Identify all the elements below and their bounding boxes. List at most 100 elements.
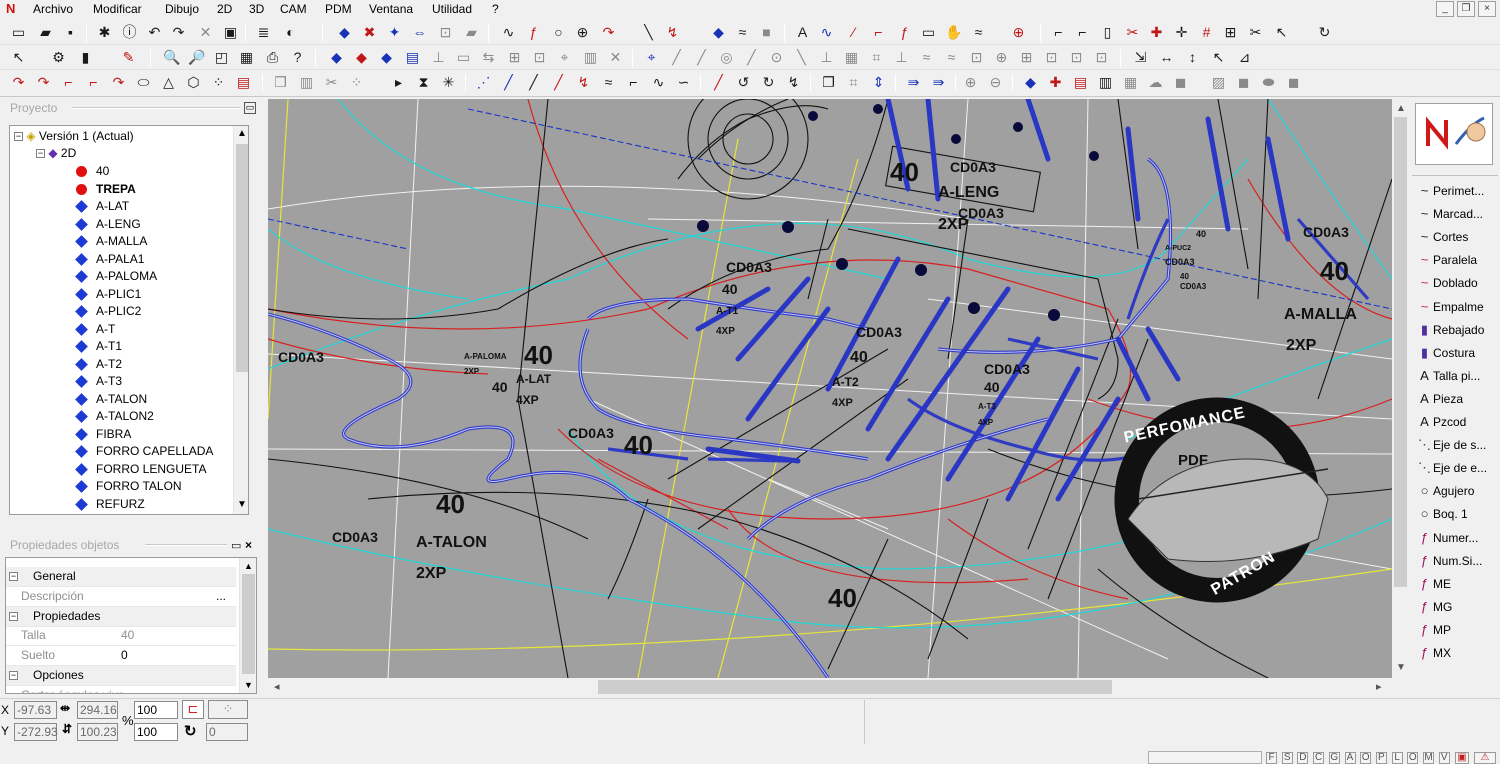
- seg2-icon[interactable]: ╱: [500, 74, 517, 91]
- cursor-icon[interactable]: ↖: [1273, 24, 1290, 41]
- scroll-left-icon[interactable]: ◂: [274, 680, 280, 693]
- menu-help[interactable]: ?: [492, 1, 499, 17]
- tool-item[interactable]: ~ Marcad...: [1416, 203, 1483, 225]
- scroll-up-icon[interactable]: ▲: [237, 128, 247, 139]
- hdim-icon[interactable]: ↔: [1158, 49, 1175, 66]
- zoom-minus-icon[interactable]: ⊖: [987, 74, 1004, 91]
- snap-node-icon[interactable]: ≈: [918, 49, 935, 66]
- stretch-icon[interactable]: ⇔: [411, 24, 428, 41]
- pointer-icon[interactable]: ↖: [10, 49, 27, 66]
- tool-item[interactable]: ƒ Num.Si...: [1416, 550, 1482, 572]
- status-key[interactable]: G: [1328, 752, 1340, 764]
- snap-end-icon[interactable]: ╱: [693, 49, 710, 66]
- minimize-button[interactable]: _: [1436, 1, 1454, 17]
- status-warning-icon[interactable]: ⚠: [1474, 752, 1496, 764]
- tool-item[interactable]: ƒ MG: [1416, 596, 1452, 618]
- box-icon[interactable]: ▭: [455, 49, 472, 66]
- shoe-icon[interactable]: ⬬: [1260, 74, 1277, 91]
- height-field[interactable]: 100.23: [77, 723, 118, 741]
- status-key[interactable]: L: [1391, 752, 1403, 764]
- props-pin-icon[interactable]: ▭: [231, 539, 241, 552]
- prop-row[interactable]: Suelto 0: [6, 646, 236, 667]
- color-icon[interactable]: ◐: [282, 24, 299, 41]
- rectangle-icon[interactable]: ▭: [920, 24, 937, 41]
- menu-2d[interactable]: 2D: [217, 1, 232, 17]
- image-icon[interactable]: ▨: [1210, 74, 1227, 91]
- node-icon[interactable]: ◆: [710, 24, 727, 41]
- wave3-icon[interactable]: ∽: [675, 74, 692, 91]
- menu-cam[interactable]: CAM: [280, 1, 307, 17]
- close-button[interactable]: ×: [1478, 1, 1496, 17]
- tool-item[interactable]: A Pzcod: [1416, 411, 1466, 433]
- status-key[interactable]: C: [1313, 752, 1325, 764]
- tool-item[interactable]: ~ Perimet...: [1416, 180, 1485, 202]
- zoom-out-icon[interactable]: 🔎: [188, 49, 205, 66]
- rot-right-icon[interactable]: ↻: [760, 74, 777, 91]
- status-key[interactable]: V: [1438, 752, 1450, 764]
- rot-free-icon[interactable]: ↯: [785, 74, 802, 91]
- grid-icon[interactable]: ▦: [238, 49, 255, 66]
- prop-value[interactable]: 0: [121, 646, 236, 665]
- status-key[interactable]: A: [1344, 752, 1356, 764]
- tool-item[interactable]: ○ Boq. 1: [1416, 503, 1468, 525]
- snap-ortho-icon[interactable]: ⊥: [893, 49, 910, 66]
- info-icon[interactable]: ⓘ: [121, 24, 138, 41]
- vdim-icon[interactable]: ↕: [1184, 49, 1201, 66]
- ghost-icon[interactable]: ⌗: [845, 74, 862, 91]
- tree-root[interactable]: − ◈ Versión 1 (Actual): [14, 128, 134, 145]
- status-key[interactable]: S: [1281, 752, 1293, 764]
- rot-left-icon[interactable]: ↺: [735, 74, 752, 91]
- polygon-icon[interactable]: ⬡: [185, 74, 202, 91]
- node-add-icon[interactable]: ◆: [378, 49, 395, 66]
- menu-pdm[interactable]: PDM: [325, 1, 352, 17]
- curve-icon[interactable]: ∿: [500, 24, 517, 41]
- collapse-icon[interactable]: −: [9, 572, 18, 581]
- knife-icon[interactable]: ╱: [710, 74, 727, 91]
- point-icon[interactable]: ⊕: [574, 24, 591, 41]
- tree-2d[interactable]: − ◆ 2D: [36, 145, 76, 162]
- status-key[interactable]: M: [1423, 752, 1434, 764]
- prop-category[interactable]: − Propiedades: [6, 606, 236, 627]
- print-icon[interactable]: ⎙: [264, 49, 281, 66]
- layers-icon[interactable]: ≣: [255, 24, 272, 41]
- triangle-icon[interactable]: △: [160, 74, 177, 91]
- canvas-hscrollbar[interactable]: ◂ ▸: [268, 678, 1392, 696]
- drawing-canvas[interactable]: 40 CD0A3 A-LENG CD0A3 2XP CD0A3 40 A-MALLA 2XP CD…: [268, 99, 1392, 678]
- hand-icon[interactable]: ✋: [945, 24, 962, 41]
- explode-icon[interactable]: ✳: [440, 74, 457, 91]
- measure-icon[interactable]: ⇲: [1132, 49, 1149, 66]
- copy-icon[interactable]: ❐: [272, 74, 289, 91]
- tool-item[interactable]: A Pieza: [1416, 388, 1463, 410]
- crosshair-icon[interactable]: ✛: [1173, 24, 1190, 41]
- tool-item[interactable]: ⋱ Eje de e...: [1416, 457, 1487, 479]
- zoom-plus-icon[interactable]: ⊕: [962, 74, 979, 91]
- collapse-icon[interactable]: −: [9, 611, 18, 621]
- tool-item[interactable]: ƒ Numer...: [1416, 527, 1478, 549]
- status-key[interactable]: F: [1266, 752, 1277, 764]
- offset-icon[interactable]: ≈: [970, 24, 987, 41]
- hatch-icon[interactable]: ▤: [235, 74, 252, 91]
- move-icon[interactable]: ✦: [386, 24, 403, 41]
- snap-tan-icon[interactable]: ╱: [743, 49, 760, 66]
- array-icon[interactable]: ⁘: [348, 74, 365, 91]
- snap-ext-icon[interactable]: ⊕: [993, 49, 1010, 66]
- canvas-vscrollbar[interactable]: ▲ ▼: [1392, 99, 1409, 678]
- status-key[interactable]: D: [1297, 752, 1309, 764]
- tool-item[interactable]: ~ Doblado: [1416, 272, 1478, 294]
- help-icon[interactable]: ?: [289, 49, 306, 66]
- copy-tool-icon[interactable]: ⊡: [437, 24, 454, 41]
- align-icon[interactable]: ⊥: [430, 49, 447, 66]
- rdim-icon[interactable]: ⊿: [1236, 49, 1253, 66]
- snap-circle-icon[interactable]: ◎: [718, 49, 735, 66]
- rotate-icon[interactable]: ↻: [1316, 24, 1333, 41]
- extend-icon[interactable]: ↷: [110, 74, 127, 91]
- scale-icon[interactable]: ⊡: [531, 49, 548, 66]
- snap-perp-icon[interactable]: ⊥: [818, 49, 835, 66]
- collapse-icon[interactable]: −: [9, 671, 18, 680]
- prop-value[interactable]: [121, 686, 236, 693]
- x-coord-field[interactable]: -97.63: [14, 701, 57, 719]
- wave-icon[interactable]: ∿: [818, 24, 835, 41]
- y-coord-field[interactable]: -272.93: [14, 723, 58, 741]
- restore-button[interactable]: ❐: [1457, 1, 1475, 17]
- snap-mid-icon[interactable]: ╲: [793, 49, 810, 66]
